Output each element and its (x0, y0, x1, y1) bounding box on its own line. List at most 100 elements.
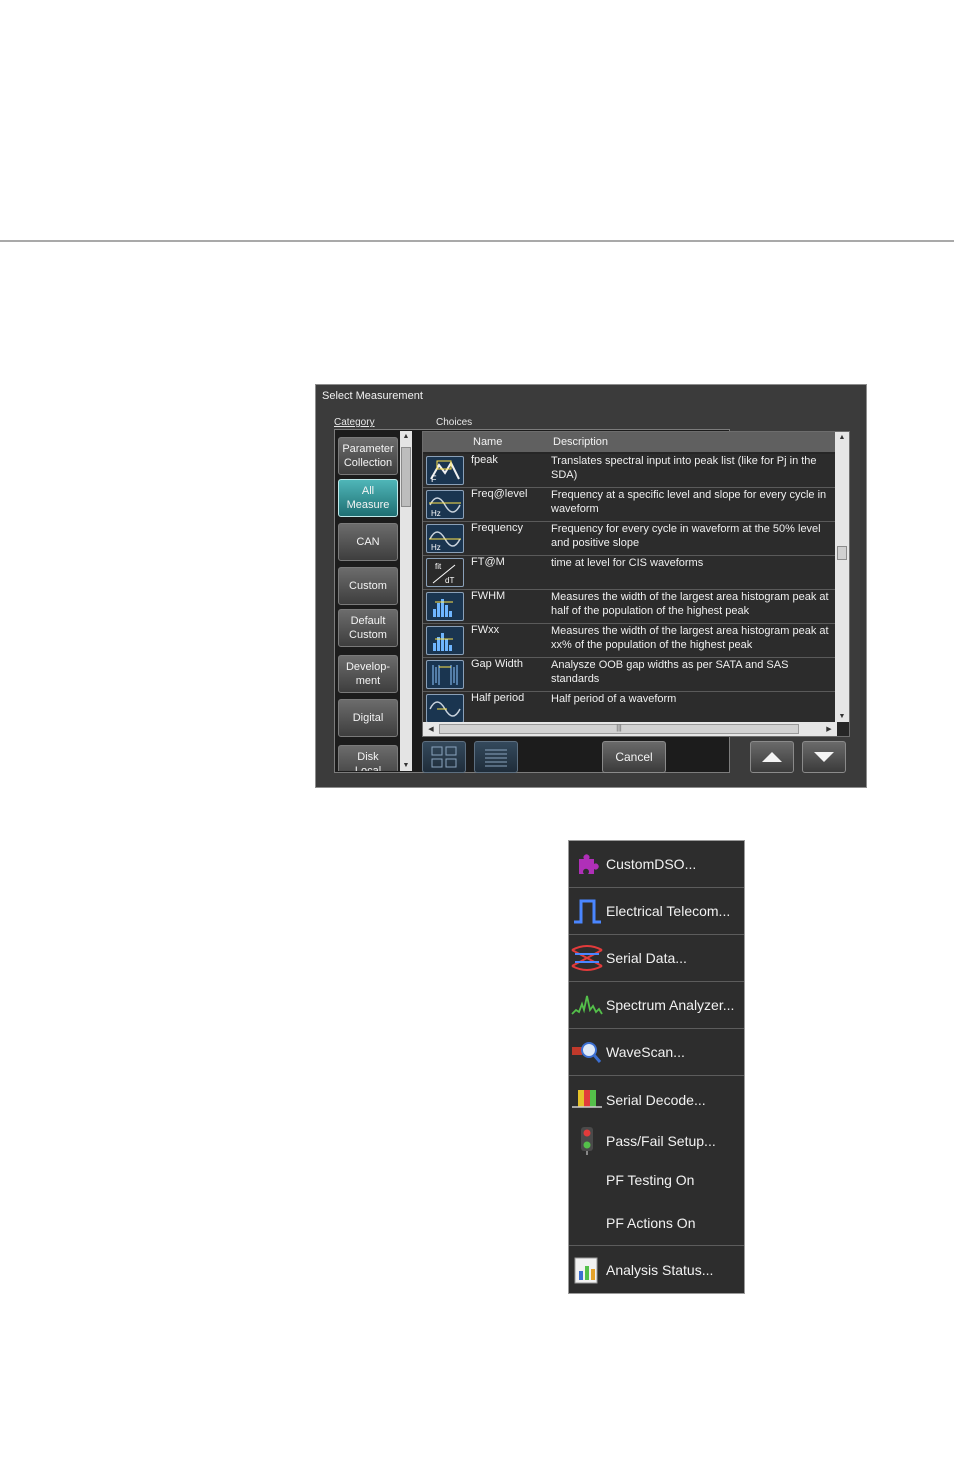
scroll-up-arrow-icon[interactable]: ▲ (836, 434, 848, 441)
row-description: Measures the width of the largest area h… (551, 591, 829, 617)
table-row[interactable]: Hz Frequency Frequency for every cycle i… (423, 522, 837, 556)
menu-item-label: CustomDSO... (606, 856, 697, 872)
triangle-down-icon (814, 752, 834, 762)
row-description: Frequency for every cycle in waveform at… (551, 523, 821, 549)
menu-item-spectrum-analyzer[interactable]: Spectrum Analyzer... (569, 982, 744, 1029)
table-row[interactable]: Hz Freq@level Frequency at a specific le… (423, 488, 837, 522)
table-horizontal-scrollbar[interactable]: ◀ ||| ▶ (423, 722, 837, 736)
row-description: Measures the width of the largest area h… (551, 625, 829, 651)
row-description: Frequency at a specific level and slope … (551, 489, 827, 515)
fwhm-icon (426, 592, 464, 621)
category-disk-local[interactable]: Disk Local (338, 745, 398, 771)
grid-view-icon (431, 746, 457, 768)
gap-width-icon (426, 660, 464, 689)
scroll-down-arrow-icon[interactable]: ▼ (400, 762, 412, 769)
fwxx-icon (426, 626, 464, 655)
category-scrollbar[interactable]: ▲ ▼ (400, 431, 412, 771)
half-period-icon (426, 694, 464, 723)
grid-view-button[interactable] (422, 741, 466, 773)
category-custom[interactable]: Custom (338, 567, 398, 605)
category-parameter-collection[interactable]: Parameter Collection (338, 437, 398, 475)
svg-text:F: F (431, 474, 437, 484)
scroll-up-arrow-icon[interactable]: ▲ (400, 433, 412, 440)
menu-item-wavescan[interactable]: WaveScan... (569, 1029, 744, 1076)
menu-item-label: Analysis Status... (606, 1261, 714, 1278)
svg-text:dT: dT (445, 576, 454, 585)
table-row[interactable]: Gap Width Analysze OOB gap widths as per… (423, 658, 837, 692)
svg-text:Hz: Hz (431, 509, 441, 518)
table-row[interactable]: Half period Half period of a waveform (423, 692, 837, 726)
row-description: time at level for CIS waveforms (551, 557, 704, 569)
menu-item-serial-data[interactable]: Serial Data... (569, 935, 744, 982)
row-description: Analysze OOB gap widths as per SATA and … (551, 659, 789, 685)
fpeak-icon: F (426, 456, 464, 485)
menu-item-pf-actions-on[interactable]: PF Actions On (569, 1201, 744, 1246)
row-name: FWHM (471, 590, 506, 602)
analysis-menu: CustomDSO... Electrical Telecom... Seria… (568, 840, 745, 1294)
frequency-icon: Hz (426, 524, 464, 553)
menu-item-analysis-status[interactable]: Analysis Status... (569, 1246, 744, 1293)
page-divider (0, 240, 954, 242)
menu-item-label: PF Testing On (606, 1172, 695, 1188)
puzzle-icon (571, 849, 603, 879)
menu-item-electrical-telecom[interactable]: Electrical Telecom... (569, 888, 744, 935)
row-description: Translates spectral input into peak list… (551, 455, 817, 481)
freq-level-icon: Hz (426, 490, 464, 519)
row-name: Frequency (471, 522, 523, 534)
eye-diagram-icon (571, 943, 603, 973)
select-measurement-dialog: Select Measurement Category Choices Para… (315, 384, 867, 788)
scroll-left-arrow-icon[interactable]: ◀ (425, 725, 437, 733)
menu-item-label: Pass/Fail Setup... (606, 1133, 716, 1149)
row-name: FT@M (471, 556, 505, 568)
page-down-button[interactable] (802, 741, 846, 773)
category-development[interactable]: Develop- ment (338, 655, 398, 693)
table-row[interactable]: F fpeak Translates spectral input into p… (423, 454, 837, 488)
menu-item-label: WaveScan... (606, 1044, 685, 1060)
menu-item-label: PF Actions On (606, 1215, 696, 1231)
svg-text:Hz: Hz (431, 543, 441, 552)
column-header-description[interactable]: Description (553, 436, 608, 448)
table-vertical-scrollbar[interactable]: ▲ ▼ (835, 432, 849, 722)
menu-item-customdso[interactable]: CustomDSO... (569, 841, 744, 888)
dialog-title: Select Measurement (322, 390, 423, 402)
measurement-table: Name Description F fpeak Translates spec… (422, 431, 850, 737)
table-row[interactable]: FWxx Measures the width of the largest a… (423, 624, 837, 658)
column-header-name[interactable]: Name (473, 436, 502, 448)
row-name: Gap Width (471, 658, 523, 670)
table-row[interactable]: FWHM Measures the width of the largest a… (423, 590, 837, 624)
category-digital[interactable]: Digital (338, 699, 398, 737)
category-all-measure[interactable]: All Measure (338, 479, 398, 517)
row-name: fpeak (471, 454, 498, 466)
menu-item-pf-testing-on[interactable]: PF Testing On (569, 1159, 744, 1201)
table-row[interactable]: fit dT FT@M time at level for CIS wavefor… (423, 556, 837, 590)
category-scroll-thumb[interactable] (401, 447, 411, 507)
menu-item-serial-decode[interactable]: Serial Decode... (569, 1076, 744, 1123)
scroll-down-arrow-icon[interactable]: ▼ (836, 713, 848, 720)
svg-text:fit: fit (435, 562, 442, 571)
choices-label: Choices (436, 417, 473, 428)
ft-m-icon: fit dT (426, 558, 464, 587)
category-default-custom[interactable]: Default Custom (338, 609, 398, 647)
page-up-button[interactable] (750, 741, 794, 773)
category-can[interactable]: CAN (338, 523, 398, 561)
triangle-up-icon (762, 752, 782, 762)
spectrum-icon (571, 990, 603, 1020)
cancel-button[interactable]: Cancel (602, 741, 666, 773)
table-hscroll-thumb[interactable]: ||| (439, 724, 799, 734)
analysis-chart-icon (571, 1255, 603, 1285)
scroll-right-arrow-icon[interactable]: ▶ (823, 725, 835, 733)
list-view-icon (485, 749, 507, 767)
pulse-icon (571, 896, 603, 926)
menu-item-label: Spectrum Analyzer... (606, 997, 735, 1013)
row-name: Freq@level (471, 488, 528, 500)
list-view-button[interactable] (474, 741, 518, 773)
table-header: Name Description (423, 432, 837, 452)
decode-icon (571, 1085, 603, 1115)
category-label: Category (334, 417, 375, 428)
magnifier-icon (571, 1037, 603, 1067)
menu-item-pass-fail-setup[interactable]: Pass/Fail Setup... (569, 1123, 744, 1159)
menu-item-label: Serial Data... (606, 950, 687, 966)
row-name: Half period (471, 692, 525, 704)
table-vscroll-thumb[interactable] (837, 546, 847, 560)
menu-item-label: Serial Decode... (606, 1091, 706, 1108)
